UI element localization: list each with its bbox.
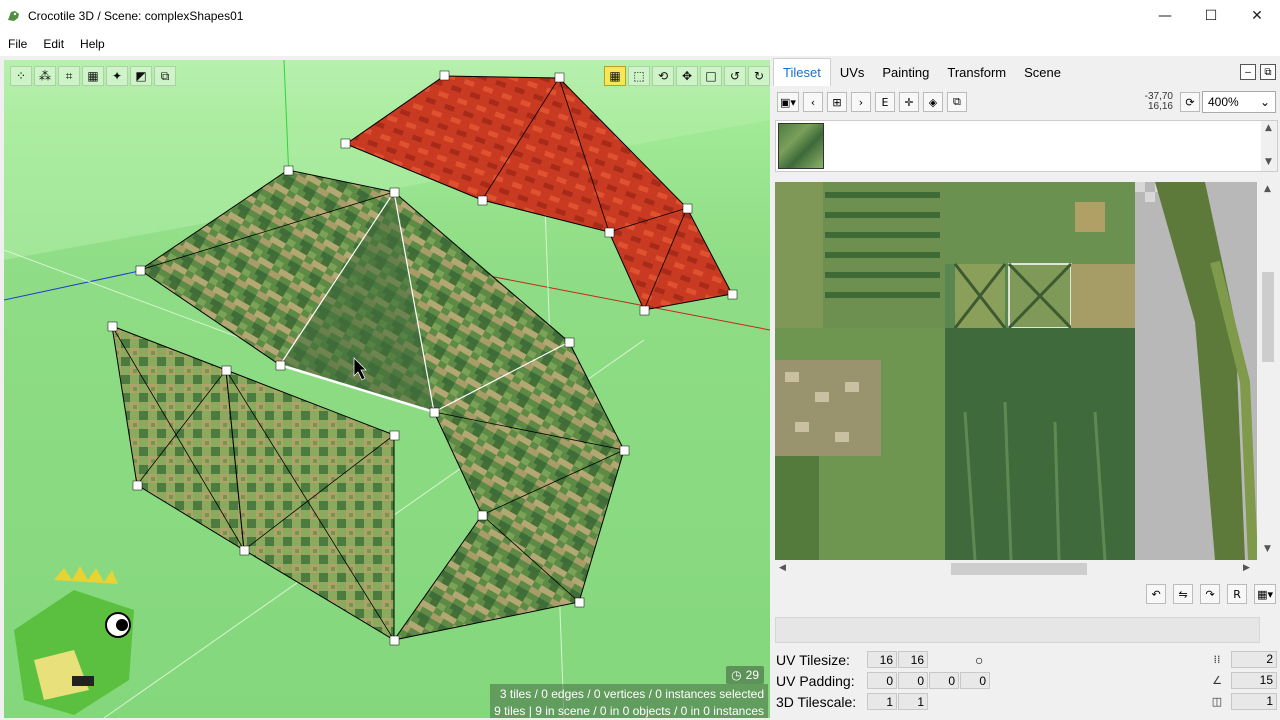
checker-icon[interactable]: ▦	[82, 66, 104, 86]
tile-grid-menu-icon[interactable]: ▦▾	[1254, 584, 1276, 604]
tab-transform[interactable]: Transform	[938, 58, 1015, 86]
scene-canvas[interactable]	[4, 60, 770, 718]
crocodile-logo-icon	[8, 11, 19, 21]
panel-tabs: Tileset UVs Painting Transform Scene – ⧉	[773, 58, 1280, 86]
tilescale-label: 3D Tilescale:	[776, 693, 857, 710]
undo-icon[interactable]: ↺	[724, 66, 746, 86]
zoom-select[interactable]: 400% ⌄	[1202, 91, 1276, 113]
status-scene: 9 tiles | 9 in scene / 0 in 0 objects / …	[494, 704, 764, 718]
crocodile-mascot	[14, 566, 134, 715]
clock-icon: ◷	[731, 668, 742, 682]
sparkle-icon[interactable]: ✦	[106, 66, 128, 86]
cube-icon[interactable]: ⬚	[628, 66, 650, 86]
select-tile-icon[interactable]: ⌗	[58, 66, 80, 86]
tileset-canvas[interactable]	[775, 182, 1257, 560]
image-menu-icon[interactable]: ▣▾	[777, 92, 799, 112]
uv-padding-3[interactable]: 0	[929, 672, 959, 689]
uv-padding-1[interactable]: 0	[867, 672, 897, 689]
prev-tileset-icon[interactable]: ‹	[802, 92, 823, 112]
menu-file[interactable]: File	[0, 37, 35, 51]
grid-params: ⁞⁞ 2 ∠ 15 ◫ 1	[1209, 649, 1277, 712]
crosshair-icon[interactable]: ✛	[898, 92, 919, 112]
rotate-icon[interactable]: ⟲	[652, 66, 674, 86]
rotate-left-icon[interactable]: ↶	[1146, 584, 1167, 604]
grid-icon[interactable]: ▦	[604, 66, 626, 86]
minimize-button[interactable]: —	[1142, 0, 1188, 32]
cursor-coords: -37,70 16,16	[1135, 92, 1173, 112]
zoom-value: 400%	[1208, 95, 1239, 109]
flip-icon[interactable]: ⇋	[1173, 584, 1194, 604]
tileset-vscrollbar[interactable]: ▲ ▼	[1259, 182, 1277, 560]
tab-scene[interactable]: Scene	[1015, 58, 1070, 86]
select-edge-icon[interactable]: ⁂	[34, 66, 56, 86]
tab-tileset[interactable]: Tileset	[773, 58, 831, 86]
copy-icon[interactable]: ⧉	[154, 66, 176, 86]
grid-dots-icon: ⁞⁞	[1213, 653, 1221, 666]
tileset-name-bar	[775, 617, 1260, 643]
select-vertex-icon[interactable]: ⁘	[10, 66, 32, 86]
coords-line2: 16,16	[1147, 101, 1173, 112]
angle-snap-field[interactable]: 15	[1231, 672, 1277, 689]
scale-field[interactable]: 1	[1231, 693, 1277, 710]
paint-icon[interactable]: ◩	[130, 66, 152, 86]
edit-tileset-icon[interactable]: E	[874, 92, 895, 112]
uv-tilesize-x[interactable]: 16	[867, 651, 897, 668]
menu-edit[interactable]: Edit	[35, 37, 72, 51]
tab-painting[interactable]: Painting	[873, 58, 938, 86]
uv-padding-4[interactable]: 0	[960, 672, 990, 689]
uv-padding-label: UV Padding:	[776, 672, 855, 689]
timer-value: 29	[745, 668, 759, 682]
tileset-thumbnails: ▲ ▼	[775, 120, 1278, 172]
grid-size-field[interactable]: 2	[1231, 651, 1277, 668]
angle-icon: ∠	[1212, 674, 1222, 687]
chevron-down-icon: ⌄	[1259, 95, 1270, 109]
duplicate-icon[interactable]: ⧉	[946, 92, 967, 112]
redo-icon[interactable]: ↻	[748, 66, 770, 86]
selection-status: 3 tiles / 0 edges / 0 vertices / 0 insta…	[490, 684, 768, 718]
close-button[interactable]: ✕	[1234, 0, 1280, 32]
viewport-toolbar-left: ⁘ ⁂ ⌗ ▦ ✦ ◩ ⧉	[10, 66, 176, 86]
tileset-bottom-tools: ↶ ⇋ ↷ R ▦▾	[1142, 584, 1276, 604]
menu-bar: File Edit Help	[0, 32, 1280, 56]
circle-toggle-icon[interactable]: ○	[975, 652, 983, 668]
move-icon[interactable]: ✥	[676, 66, 698, 86]
reset-icon[interactable]: R	[1227, 584, 1248, 604]
tileset-thumbnail[interactable]	[778, 123, 824, 169]
thumb-scrollbar[interactable]: ▲ ▼	[1261, 121, 1277, 171]
layers-icon[interactable]: ◈	[922, 92, 943, 112]
window-title: Crocotile 3D / Scene: complexShapes01	[28, 9, 244, 23]
next-tileset-icon[interactable]: ›	[850, 92, 871, 112]
uv-tilesize-y[interactable]: 16	[898, 651, 928, 668]
refresh-icon[interactable]: ⟳	[1180, 92, 1200, 112]
tab-uvs[interactable]: UVs	[831, 58, 874, 86]
maximize-button[interactable]: ☐	[1188, 0, 1234, 32]
square-icon[interactable]: □	[700, 66, 722, 86]
book-icon: ◫	[1211, 695, 1223, 708]
uv-padding-2[interactable]: 0	[898, 672, 928, 689]
status-selected: 3 tiles / 0 edges / 0 vertices / 0 insta…	[499, 687, 764, 701]
uv-params: UV Tilesize: 16 16 ○ UV Padding: 0 0 0 0…	[776, 649, 991, 712]
rotate-right-icon[interactable]: ↷	[1200, 584, 1221, 604]
collapse-panel-icon[interactable]: –	[1240, 64, 1256, 80]
menu-help[interactable]: Help	[72, 37, 113, 51]
right-panel: Tileset UVs Painting Transform Scene – ⧉…	[773, 58, 1280, 720]
title-bar: Crocotile 3D / Scene: complexShapes01 — …	[0, 0, 1280, 32]
uv-tilesize-label: UV Tilesize:	[776, 651, 850, 668]
3d-viewport[interactable]: ⁘ ⁂ ⌗ ▦ ✦ ◩ ⧉ ▦ ⬚ ⟲ ✥ □ ↺ ↻ ◷ 29 3 tiles…	[4, 60, 770, 718]
tileset-hscrollbar[interactable]: ◀ ▶	[775, 560, 1259, 578]
tilescale-x[interactable]: 1	[867, 693, 897, 710]
float-panel-icon[interactable]: ⧉	[1260, 64, 1276, 80]
timer-badge: ◷ 29	[726, 666, 764, 684]
tilescale-y[interactable]: 1	[898, 693, 928, 710]
tileset-grid-icon[interactable]: ⊞	[826, 92, 847, 112]
viewport-toolbar-right: ▦ ⬚ ⟲ ✥ □ ↺ ↻	[604, 66, 770, 86]
